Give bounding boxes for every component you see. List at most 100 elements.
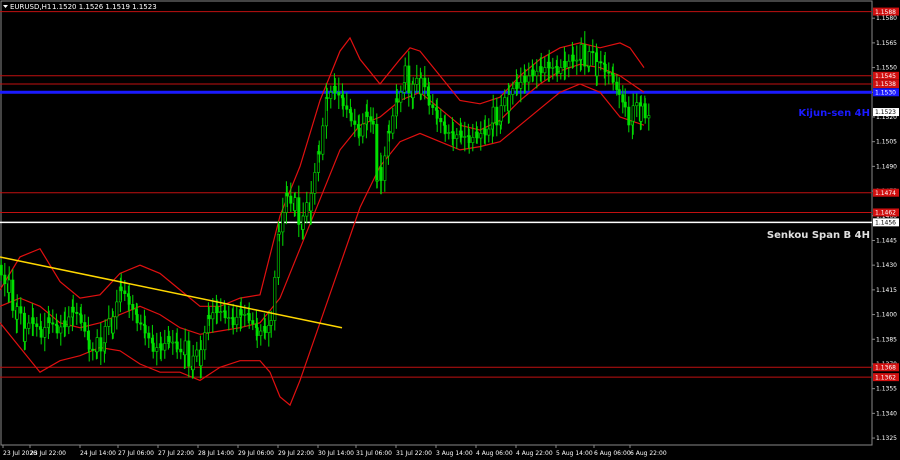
candle-body (231, 317, 235, 326)
time-tick-label: 5 Aug 14:00 (556, 450, 593, 457)
candle-body (615, 81, 619, 90)
candle-body (523, 75, 527, 83)
candle-body (277, 231, 281, 235)
candle-body (23, 328, 27, 342)
time-tick-label: 27 Jul 06:00 (118, 450, 154, 457)
time-tick-label: 24 Jul 14:00 (80, 450, 116, 457)
candle-body (59, 326, 63, 334)
candle-body (475, 131, 479, 139)
candle-body (235, 316, 239, 326)
price-chart[interactable]: 1.15801.15651.15501.15351.15201.15051.14… (0, 0, 900, 460)
candle-body (47, 317, 51, 324)
candle-body (451, 131, 455, 140)
candle-body (63, 320, 67, 328)
candle-body (567, 60, 571, 68)
candle-body (471, 137, 475, 143)
candle-body (175, 341, 179, 350)
candle-body (27, 322, 31, 329)
candle-body (427, 95, 431, 106)
time-tick-label: 29 Jul 06:00 (238, 450, 274, 457)
candle-body (411, 84, 415, 99)
candle-body (439, 117, 443, 123)
time-tick-label: 30 Jul 14:00 (318, 450, 354, 457)
price-tick-label: 1.1415 (876, 287, 897, 294)
candle-body (543, 67, 547, 74)
candle-body (187, 340, 191, 367)
candle-body (0, 264, 3, 276)
candle-body (365, 111, 369, 117)
price-tick-label: 1.1430 (876, 262, 897, 269)
candle-body (383, 155, 387, 181)
ohlc-values: 1.1520 1.1526 1.1519 1.1523 (52, 3, 157, 11)
price-tick-label: 1.1445 (876, 237, 897, 244)
candle-body (539, 66, 543, 74)
level-tag-text: 1.1474 (875, 190, 896, 197)
candle-body (215, 306, 219, 313)
candle-body (455, 134, 459, 140)
candle-body (281, 212, 285, 233)
symbol-label: EURUSD,H1 (10, 3, 51, 11)
price-tick-label: 1.1340 (876, 410, 897, 417)
candle-body (483, 128, 487, 136)
candle-body (551, 67, 555, 69)
price-tick-label: 1.1400 (876, 312, 897, 319)
chart-background (0, 0, 900, 460)
candle-body (223, 310, 227, 319)
candle-body (207, 315, 211, 320)
candle-body (239, 309, 243, 316)
candle-body (11, 279, 15, 311)
candle-body (435, 110, 439, 119)
candle-body (269, 320, 273, 326)
candle-body (503, 97, 507, 107)
candle-body (263, 326, 267, 333)
candle-body (563, 61, 567, 68)
candle-body (535, 70, 539, 77)
candle-body (147, 332, 151, 339)
candle-body (507, 94, 511, 112)
candle-body (611, 74, 615, 83)
candle-body (313, 172, 317, 194)
time-tick-label: 23 Jul 22:00 (30, 450, 66, 457)
candle-body (143, 325, 147, 334)
candle-body (83, 322, 87, 332)
kijun-label: Kijun-sen 4H (798, 108, 870, 119)
candle-body (647, 115, 651, 119)
candle-body (95, 337, 99, 353)
price-tick-label: 1.1325 (876, 435, 897, 442)
candle-body (267, 325, 271, 333)
candle-body (163, 343, 167, 351)
candle-body (443, 125, 447, 134)
candle-body (579, 44, 583, 60)
candle-body (203, 332, 207, 351)
time-tick-label: 28 Jul 14:00 (198, 450, 234, 457)
candle-body (595, 61, 599, 77)
candle-body (387, 131, 391, 134)
candle-body (67, 316, 71, 328)
candle-body (447, 132, 451, 134)
candle-body (43, 327, 47, 338)
candle-body (423, 77, 427, 88)
price-tick-label: 1.1385 (876, 336, 897, 343)
candle-body (51, 322, 55, 325)
candle-body (293, 197, 297, 211)
candle-body (3, 274, 7, 285)
senkou-tag-text: 1.1456 (875, 220, 896, 227)
candle-body (369, 116, 373, 122)
candle-body (167, 336, 171, 343)
candle-body (7, 279, 11, 293)
price-tick-label: 1.1490 (876, 163, 897, 170)
candle-body (99, 337, 103, 352)
candle-body (395, 98, 399, 103)
candle-body (527, 75, 531, 83)
candle-body (491, 106, 495, 124)
candle-body (357, 127, 361, 137)
candle-body (317, 151, 321, 155)
time-tick-label: 31 Jul 06:00 (356, 450, 392, 457)
candle-body (515, 82, 519, 89)
candle-body (127, 296, 131, 305)
candle-body (349, 112, 353, 122)
candle-body (289, 195, 293, 204)
candle-body (419, 77, 423, 95)
candle-body (325, 97, 329, 99)
kijun-tag-text: 1.1530 (875, 89, 896, 96)
